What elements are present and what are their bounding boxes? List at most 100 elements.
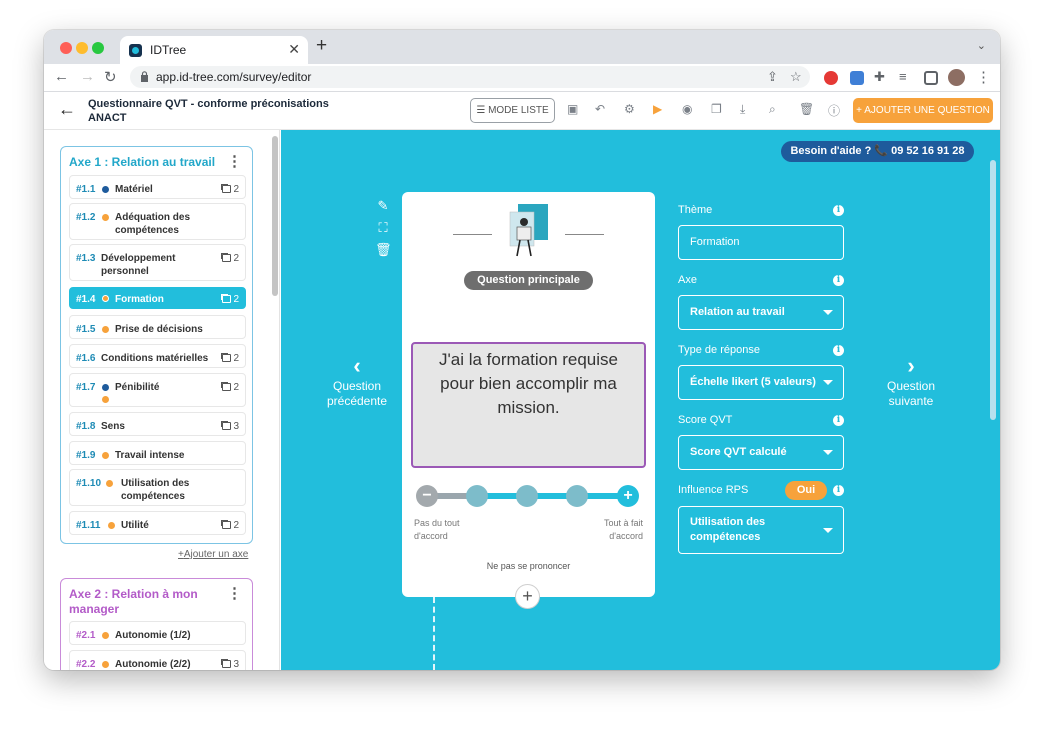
save-icon[interactable]: ▣	[567, 102, 578, 116]
trash-icon[interactable]: 🗑	[799, 102, 814, 116]
reading-person-illustration	[509, 204, 548, 257]
chevron-down-icon	[823, 380, 833, 385]
new-tab-button[interactable]: +	[316, 35, 327, 57]
response-type-select[interactable]: Échelle likert (5 valeurs)	[678, 365, 844, 400]
idtree-favicon-icon	[129, 44, 142, 57]
add-below-button[interactable]: +	[515, 584, 540, 609]
add-axe-link[interactable]: +Ajouter un axe	[178, 549, 248, 560]
list-item-1-2[interactable]: #1.2 Adéquation des compétences	[69, 203, 246, 240]
status-dot	[102, 632, 109, 639]
item-number: #2.2	[76, 659, 96, 670]
close-window-button[interactable]	[60, 42, 72, 54]
list-item-1-1[interactable]: #1.1 Matériel 2	[69, 175, 246, 199]
back-button[interactable]: ←	[54, 68, 69, 85]
duplicate-icon[interactable]: ❐	[711, 102, 722, 116]
stack-icon	[222, 422, 232, 430]
share-icon[interactable]: ⇪	[767, 69, 778, 85]
list-item-2-1[interactable]: #2.1 Autonomie (1/2)	[69, 621, 246, 645]
list-item-1-4-active[interactable]: #1.4 Formation 2	[69, 287, 246, 309]
question-text-editor[interactable]: J'ai la formation requise pour bien acco…	[411, 342, 646, 468]
theme-info-icon[interactable]: i	[833, 205, 844, 216]
tab-search-chevron-icon[interactable]: ⌄	[977, 39, 986, 52]
status-dot	[102, 214, 109, 221]
browser-menu-icon[interactable]: ⋮	[976, 68, 991, 86]
likert-option-4[interactable]	[566, 485, 588, 507]
score-qvt-select[interactable]: Score QVT calculé	[678, 435, 844, 470]
search-icon[interactable]: ⌕	[769, 102, 776, 117]
list-item-1-9[interactable]: #1.9 Travail intense	[69, 441, 246, 465]
previous-question-label: Question précédente	[326, 379, 388, 408]
play-preview-icon[interactable]: ▶	[653, 102, 662, 116]
influence-rps-select[interactable]: Utilisation des compétences	[678, 506, 844, 554]
axe-1-menu-icon[interactable]: ⋮	[227, 152, 242, 170]
forward-button[interactable]: →	[80, 68, 95, 85]
help-phone-badge[interactable]: Besoin d'aide ? 📞 09 52 16 91 28	[781, 141, 974, 162]
tab-close-icon[interactable]: ✕	[288, 41, 300, 58]
list-item-1-10[interactable]: #1.10 Utilisation des compétences	[69, 469, 246, 506]
axe-2-menu-icon[interactable]: ⋮	[227, 584, 242, 602]
axe-1-title[interactable]: Axe 1 : Relation au travail	[69, 155, 215, 169]
stack-icon	[222, 354, 232, 362]
influence-rps-info-icon[interactable]: i	[833, 485, 844, 496]
item-number: #1.11	[76, 520, 101, 531]
add-question-button[interactable]: + AJOUTER UNE QUESTION	[853, 98, 993, 123]
item-number: #1.6	[76, 353, 96, 364]
extension-icon[interactable]	[850, 71, 864, 85]
item-label: Pénibilité	[115, 382, 160, 393]
list-item-1-11[interactable]: #1.11 Utilité 2	[69, 511, 246, 535]
back-arrow-icon[interactable]: ←	[58, 99, 76, 120]
editor-canvas: Besoin d'aide ? 📞 09 52 16 91 28 ‹ Quest…	[281, 130, 1000, 670]
stack-icon	[222, 660, 232, 668]
bookmark-star-icon[interactable]: ☆	[790, 69, 802, 85]
list-item-1-8[interactable]: #1.8 Sens 3	[69, 412, 246, 436]
axe-info-icon[interactable]: i	[833, 275, 844, 286]
score-qvt-value: Score QVT calculé	[690, 446, 787, 458]
previous-question-button[interactable]: ‹ Question précédente	[317, 355, 397, 409]
address-bar[interactable]: app.id-tree.com/survey/editor ⇪ ☆	[130, 66, 810, 88]
undo-icon[interactable]: ↶	[595, 102, 605, 116]
delete-trash-icon[interactable]: 🗑	[375, 242, 392, 264]
axe-select[interactable]: Relation au travail	[678, 295, 844, 330]
likert-option-2[interactable]	[466, 485, 488, 507]
download-icon[interactable]: ⤓	[740, 102, 745, 117]
maximize-window-button[interactable]	[92, 42, 104, 54]
puzzle-extensions-icon[interactable]: ✚	[874, 69, 885, 85]
mode-liste-label: MODE LISTE	[488, 105, 549, 116]
next-question-button[interactable]: › Question suivante	[871, 355, 951, 409]
sidebar-scrollbar[interactable]	[272, 136, 278, 296]
minimize-window-button[interactable]	[76, 42, 88, 54]
eye-preview-icon[interactable]: ◉	[682, 102, 692, 116]
list-item-2-2[interactable]: #2.2 Autonomie (2/2) 3	[69, 650, 246, 670]
scale-min-label: Pas du tout d'accord	[414, 518, 460, 541]
main-scrollbar[interactable]	[990, 160, 996, 420]
status-dot	[106, 480, 113, 487]
list-item-1-5[interactable]: #1.5 Prise de décisions	[69, 315, 246, 339]
axe-2-title[interactable]: Axe 2 : Relation à mon manager	[69, 587, 209, 617]
list-item-1-3[interactable]: #1.3 Développement personnel 2	[69, 244, 246, 281]
settings-gear-icon[interactable]: ⚙	[624, 102, 635, 116]
influence-rps-toggle[interactable]: Oui	[785, 481, 827, 500]
item-number: #1.9	[76, 450, 96, 461]
likert-plus-button[interactable]: +	[617, 485, 639, 507]
list-item-1-6[interactable]: #1.6 Conditions matérielles 2	[69, 344, 246, 368]
pen-edit-icon[interactable]: ✎	[375, 198, 391, 220]
adblock-extension-icon[interactable]	[824, 71, 838, 85]
likert-option-3[interactable]	[516, 485, 538, 507]
media-control-icon[interactable]: ≡	[899, 69, 907, 84]
question-count: 3	[222, 659, 239, 670]
side-panel-icon[interactable]	[924, 71, 938, 85]
list-item-1-7[interactable]: #1.7 Pénibilité 2	[69, 373, 246, 407]
browser-tab[interactable]: IDTree ✕	[120, 36, 308, 64]
no-opinion-label[interactable]: Ne pas se prononcer	[402, 561, 655, 571]
likert-minus-button[interactable]: −	[416, 485, 438, 507]
mode-liste-button[interactable]: ☰ MODE LISTE	[470, 98, 555, 123]
lock-icon	[141, 71, 148, 82]
theme-input[interactable]: Formation	[678, 225, 844, 260]
info-icon[interactable]: ⓘ	[828, 102, 840, 119]
profile-avatar[interactable]	[948, 69, 965, 86]
reload-button[interactable]: ↻	[104, 68, 117, 86]
response-type-info-icon[interactable]: i	[833, 345, 844, 356]
question-count: 2	[222, 253, 239, 264]
score-qvt-info-icon[interactable]: i	[833, 415, 844, 426]
expand-icon[interactable]: ⛶	[375, 220, 391, 242]
